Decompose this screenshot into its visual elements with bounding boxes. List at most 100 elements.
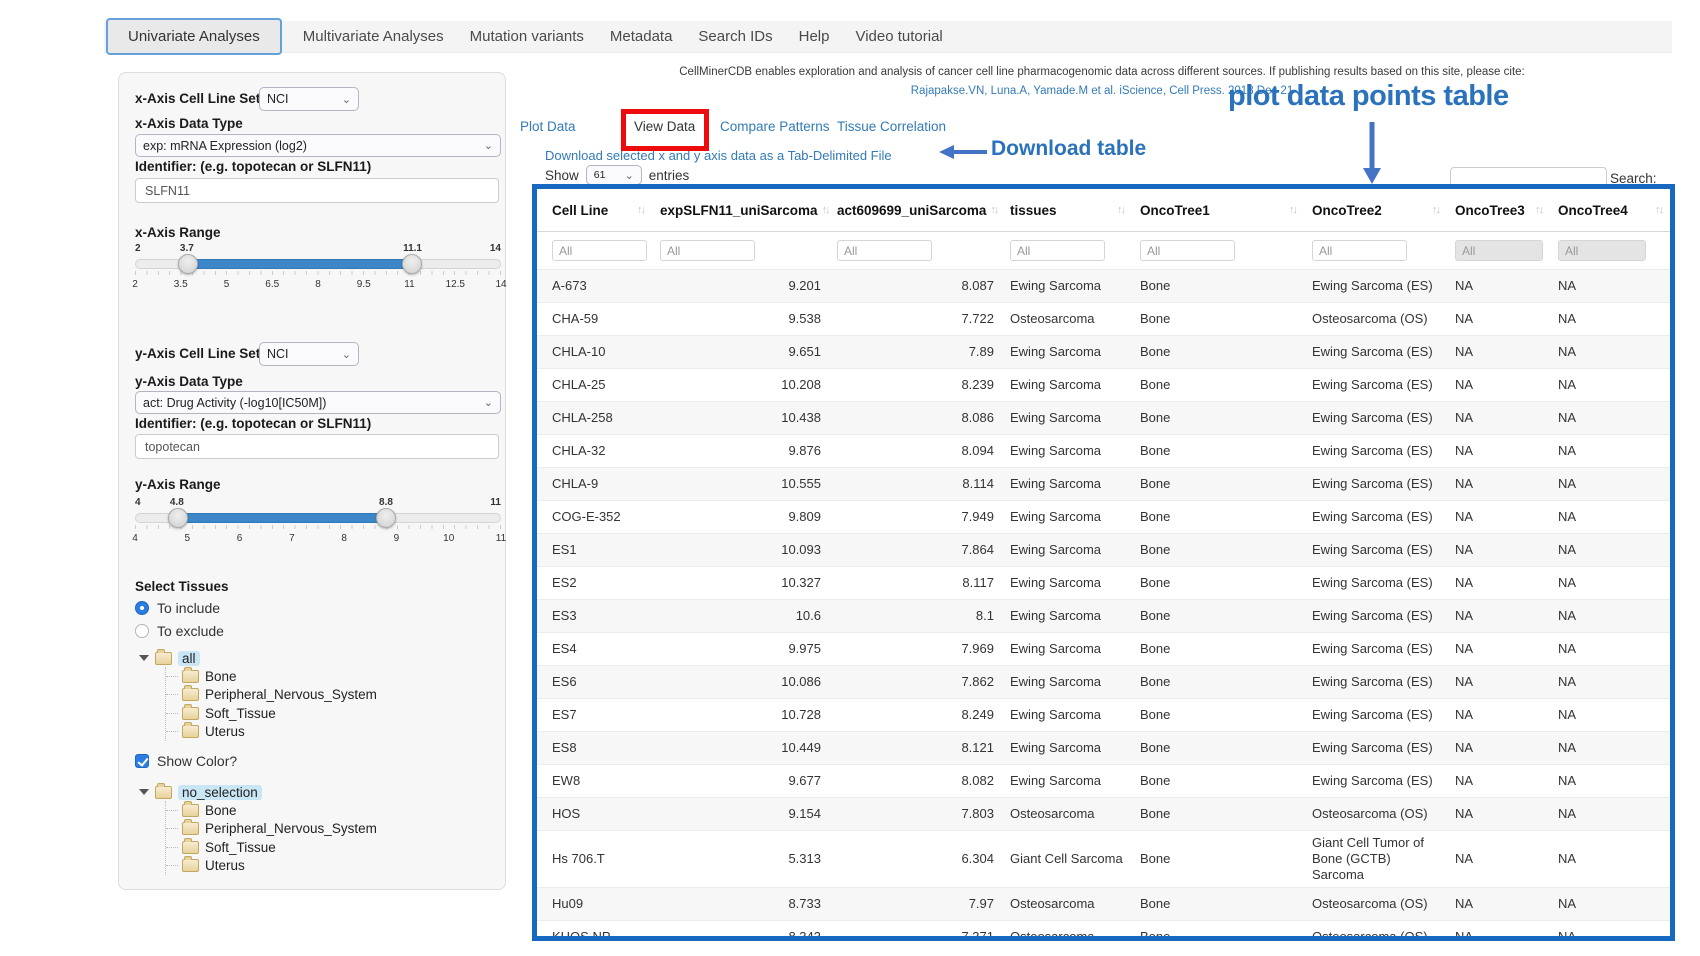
cell-act609699-unisarcoma: 8.121 [829,732,1002,764]
tab-plot-data[interactable]: Plot Data [520,119,576,134]
plot-data-points-annotation: plot data points table [1228,80,1509,113]
cell-tissues: Ewing Sarcoma [1002,270,1132,302]
tab-compare-patterns[interactable]: Compare Patterns [720,119,830,134]
column-header-tissues[interactable]: tissues↑↓ [1002,189,1132,231]
cell-oncotree2: Osteosarcoma (OS) [1304,798,1447,830]
y-cell-line-set-select[interactable]: NCI⌄ [259,342,359,366]
tree-node-all[interactable]: all [139,649,377,667]
entries-select[interactable]: 61⌄ [586,165,642,185]
nav-tab-help[interactable]: Help [786,28,843,45]
filter-input-oncotree1[interactable] [1140,240,1235,261]
tissue-include-radio[interactable]: To include [135,600,220,616]
tree-node-soft-tissue[interactable]: Soft_Tissue [166,704,377,723]
y-slider-tick: 10 [443,533,454,544]
cell-act609699-unisarcoma: 7.969 [829,633,1002,665]
filter-input-oncotree3[interactable] [1455,240,1543,261]
column-header-expslfn11-unisarcoma[interactable]: expSLFN11_uniSarcoma↑↓ [652,189,829,231]
sort-icon: ↑↓ [637,204,644,216]
nav-tab-univariate-analyses[interactable]: Univariate Analyses [106,18,282,55]
download-tab-delimited-link[interactable]: Download selected x and y axis data as a… [545,148,892,163]
filter-input-act609699-unisarcoma[interactable] [837,240,932,261]
y-range-slider[interactable]: 4114.88.84567891011 [135,497,501,545]
column-header-oncotree4[interactable]: OncoTree4↑↓ [1550,189,1670,231]
cell-oncotree1: Bone [1132,831,1304,887]
nav-tab-search-ids[interactable]: Search IDs [685,28,785,45]
tree-node-peripheral-nervous-system[interactable]: Peripheral_Nervous_System [166,686,377,705]
entries-value: 61 [594,169,606,181]
tree-node-label: Uterus [205,858,245,873]
x-range-slider[interactable]: 2143.711.123.556.589.51112.514 [135,243,501,291]
filter-input-tissues[interactable] [1010,240,1105,261]
filter-cell [1447,232,1550,269]
y-slider-sl-high: 8.8 [379,497,393,508]
x-slider-handle-high[interactable] [402,254,422,274]
nav-tab-video-tutorial[interactable]: Video tutorial [842,28,955,45]
y-data-type-select[interactable]: act: Drug Activity (-log10[IC50M])⌄ [135,391,501,414]
x-slider-handle-low[interactable] [178,254,198,274]
cell-oncotree4: NA [1550,435,1670,467]
tissue-exclude-radio[interactable]: To exclude [135,623,224,639]
x-data-type-select[interactable]: exp: mRNA Expression (log2)⌄ [135,134,501,157]
table-row: CHLA-25810.4388.086Ewing SarcomaBoneEwin… [537,401,1670,434]
column-header-act609699-unisarcoma[interactable]: act609699_uniSarcoma↑↓ [829,189,1002,231]
table-row: Hs 706.T5.3136.304Giant Cell SarcomaBone… [537,830,1670,887]
tab-tissue-correlation[interactable]: Tissue Correlation [837,119,946,134]
cell-cell-line: ES7 [537,699,652,731]
chevron-down-icon: ⌄ [342,93,351,106]
tab-view-data[interactable]: View Data [634,119,695,134]
y-data-type-label: y-Axis Data Type [135,374,243,389]
x-cell-line-set-value: NCI [267,92,289,106]
table-row: CHLA-2510.2088.239Ewing SarcomaBoneEwing… [537,368,1670,401]
x-cell-line-set-select[interactable]: NCI ⌄ [259,87,359,111]
column-header-label: OncoTree2 [1312,203,1382,218]
tree-node-bone[interactable]: Bone [166,801,377,820]
cell-act609699-unisarcoma: 8.239 [829,369,1002,401]
filter-input-oncotree2[interactable] [1312,240,1407,261]
nav-tab-mutation-variants[interactable]: Mutation variants [457,28,597,45]
cell-oncotree4: NA [1550,534,1670,566]
tree-connector [166,847,178,848]
sort-icon: ↑↓ [1289,204,1296,216]
x-slider-sl-min: 2 [135,243,141,254]
nav-tab-metadata[interactable]: Metadata [597,28,686,45]
cell-oncotree2: Ewing Sarcoma (ES) [1304,435,1447,467]
y-identifier-input[interactable] [135,434,499,459]
nav-tab-multivariate-analyses[interactable]: Multivariate Analyses [290,28,457,45]
filter-input-expslfn11-unisarcoma[interactable] [660,240,755,261]
column-header-oncotree1[interactable]: OncoTree1↑↓ [1132,189,1304,231]
tree-node-uterus[interactable]: Uterus [166,723,377,742]
show-color-checkbox[interactable]: Show Color? [135,753,237,769]
column-header-oncotree2[interactable]: OncoTree2↑↓ [1304,189,1447,231]
tree-node-soft-tissue[interactable]: Soft_Tissue [166,838,377,857]
filter-input-oncotree4[interactable] [1558,240,1646,261]
table-row: ES49.9757.969Ewing SarcomaBoneEwing Sarc… [537,632,1670,665]
cell-cell-line: Hu09 [537,888,652,920]
column-header-cell-line[interactable]: Cell Line↑↓ [537,189,652,231]
table-row: COG-E-3529.8097.949Ewing SarcomaBoneEwin… [537,500,1670,533]
x-data-type-label: x-Axis Data Type [135,116,243,131]
x-identifier-input[interactable] [135,178,499,203]
tree-root-label: all [178,651,200,666]
y-slider-handle-low[interactable] [168,508,188,528]
tree-node-bone[interactable]: Bone [166,667,377,686]
cell-oncotree2: Osteosarcoma (OS) [1304,303,1447,335]
tree-node-peripheral-nervous-system[interactable]: Peripheral_Nervous_System [166,820,377,839]
table-row: ES710.7288.249Ewing SarcomaBoneEwing Sar… [537,698,1670,731]
cell-expslfn11-unisarcoma: 10.449 [652,732,829,764]
tree-connector [166,828,178,829]
column-header-oncotree3[interactable]: OncoTree3↑↓ [1447,189,1550,231]
radio-selected-icon [135,601,149,615]
cell-oncotree2: Ewing Sarcoma (ES) [1304,600,1447,632]
y-slider-handle-high[interactable] [376,508,396,528]
cell-oncotree4: NA [1550,798,1670,830]
cell-oncotree1: Bone [1132,888,1304,920]
cell-expslfn11-unisarcoma: 10.208 [652,369,829,401]
cell-tissues: Ewing Sarcoma [1002,666,1132,698]
tree-node-label: Soft_Tissue [205,840,276,855]
tree-node-uterus[interactable]: Uterus [166,857,377,876]
cell-tissues: Ewing Sarcoma [1002,336,1132,368]
filter-input-cell-line[interactable] [552,240,647,261]
tree-connector [166,676,178,677]
chevron-down-icon: ⌄ [484,396,493,409]
tree-node-no-selection[interactable]: no_selection [139,783,377,801]
